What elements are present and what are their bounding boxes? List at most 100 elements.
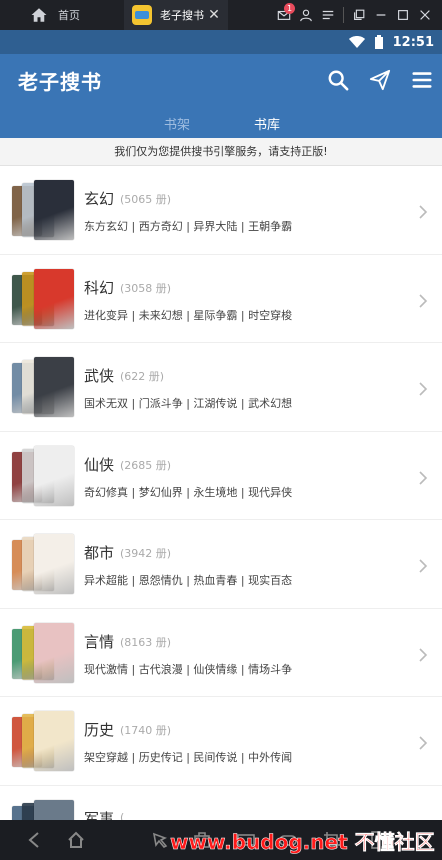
- category-tags: 国术无双 | 门派斗争 | 江湖传说 | 武术幻想: [84, 397, 293, 410]
- list-item[interactable]: 军事 (: [0, 786, 442, 821]
- android-status-bar: 12:51: [0, 30, 442, 54]
- book-cover: [34, 711, 74, 771]
- battery-icon: [374, 35, 383, 49]
- header-tabs: 书架 书库: [0, 110, 442, 138]
- tab-bookshelf[interactable]: 书架: [164, 114, 190, 133]
- book-cover: [34, 534, 74, 594]
- category-count: (5065 册): [120, 193, 172, 206]
- minimize-button[interactable]: [370, 0, 392, 30]
- chevron-right-icon: [418, 470, 428, 485]
- book-covers: [12, 799, 76, 820]
- watermark: www.budog.net 不懂社区: [170, 830, 435, 855]
- share-button[interactable]: [366, 66, 394, 94]
- category-count: (3942 册): [120, 547, 172, 560]
- pointer-button[interactable]: [150, 830, 170, 850]
- category-tags: 东方玄幻 | 西方奇幻 | 异界大陆 | 王朝争霸: [84, 220, 293, 233]
- chevron-right-icon: [418, 647, 428, 662]
- chevron-right-icon: [418, 735, 428, 750]
- toolbar-divider: [343, 7, 344, 23]
- book-covers: [12, 268, 76, 329]
- category-name: 军事: [84, 809, 115, 821]
- message-button[interactable]: 1: [273, 0, 295, 30]
- hamburger-icon: [412, 72, 432, 88]
- category-count: (8163 册): [120, 635, 172, 649]
- user-icon: [300, 9, 312, 22]
- menu-icon: [322, 10, 334, 20]
- send-icon: [369, 69, 391, 91]
- category-name: 科幻: [84, 278, 115, 297]
- menu-button[interactable]: [317, 0, 339, 30]
- close-icon: [420, 10, 430, 20]
- minimize-icon: [376, 14, 386, 16]
- list-item[interactable]: 仙侠 (2685 册) 奇幻修真 | 梦幻仙界 | 永生境地 | 现代异侠: [0, 432, 442, 520]
- category-count: (1740 册): [120, 724, 172, 737]
- list-item[interactable]: 武侠 (622 册) 国术无双 | 门派斗争 | 江湖传说 | 武术幻想: [0, 343, 442, 432]
- category-list: 玄幻 (5065 册) 东方玄幻 | 西方奇幻 | 异界大陆 | 王朝争霸 科幻…: [0, 166, 442, 820]
- book-covers: [12, 357, 76, 417]
- home-tab[interactable]: 首页: [0, 0, 124, 30]
- book-cover: [34, 799, 74, 820]
- more-menu-button[interactable]: [408, 66, 436, 94]
- chevron-right-icon: [418, 293, 428, 308]
- back-button[interactable]: [24, 830, 44, 850]
- emulator-tools: 1: [273, 0, 442, 30]
- category-count: (3058 册): [120, 281, 172, 295]
- search-icon: [328, 70, 349, 91]
- app-tab-label: 老子搜书: [160, 9, 204, 22]
- category-tags: 异术超能 | 恩怨情仇 | 热血青春 | 现实百态: [84, 574, 293, 587]
- book-cover: [34, 268, 74, 329]
- house-icon: [68, 831, 84, 848]
- pointer-icon: [152, 832, 168, 848]
- category-tags: 进化变异 | 未来幻想 | 星际争霸 | 时空穿梭: [84, 308, 293, 322]
- category-name: 仙侠: [84, 455, 115, 474]
- app-logo-icon: [132, 5, 152, 25]
- tab-library[interactable]: 书库: [254, 114, 280, 133]
- wifi-icon: [348, 36, 365, 48]
- list-item[interactable]: 历史 (1740 册) 架空穿越 | 历史传记 | 民间传说 | 中外传闻: [0, 697, 442, 786]
- app-title: 老子搜书: [18, 70, 102, 94]
- status-time: 12:51: [392, 34, 434, 50]
- book-cover: [34, 357, 74, 417]
- restore-icon: [354, 9, 365, 20]
- search-button[interactable]: [324, 66, 352, 94]
- category-tags: 架空穿越 | 历史传记 | 民间传说 | 中外传闻: [84, 751, 293, 764]
- maximize-icon: [398, 10, 408, 20]
- category-tags: 现代激情 | 古代浪漫 | 仙侠情缘 | 情场斗争: [84, 662, 293, 676]
- restore-button[interactable]: [348, 0, 370, 30]
- book-covers: [12, 622, 76, 683]
- category-count: (: [120, 810, 125, 821]
- book-covers: [12, 445, 76, 506]
- list-item[interactable]: 玄幻 (5065 册) 东方玄幻 | 西方奇幻 | 异界大陆 | 王朝争霸: [0, 166, 442, 255]
- chevron-right-icon: [418, 558, 428, 573]
- book-covers: [12, 180, 76, 240]
- account-button[interactable]: [295, 0, 317, 30]
- chevron-right-icon: [418, 381, 428, 396]
- copyright-notice: 我们仅为您提供搜书引擎服务，请支持正版!: [0, 138, 442, 166]
- list-item[interactable]: 科幻 (3058 册) 进化变异 | 未来幻想 | 星际争霸 | 时空穿梭: [0, 255, 442, 343]
- home-tab-label: 首页: [58, 9, 80, 22]
- category-count: (2685 册): [120, 458, 172, 472]
- book-cover: [34, 622, 74, 683]
- category-name: 玄幻: [84, 190, 115, 208]
- book-cover: [34, 180, 74, 240]
- close-window-button[interactable]: [414, 0, 436, 30]
- category-name: 历史: [84, 721, 115, 739]
- category-count: (622 册): [120, 370, 165, 383]
- book-covers: [12, 711, 76, 771]
- home-icon: [31, 8, 47, 22]
- tab-close-icon[interactable]: ✕: [206, 7, 222, 23]
- message-badge: 1: [284, 3, 295, 14]
- category-name: 都市: [84, 544, 115, 562]
- chevron-right-icon: [418, 204, 428, 219]
- list-item[interactable]: 都市 (3942 册) 异术超能 | 恩怨情仇 | 热血青春 | 现实百态: [0, 520, 442, 609]
- category-name: 言情: [84, 632, 115, 651]
- list-item[interactable]: 言情 (8163 册) 现代激情 | 古代浪漫 | 仙侠情缘 | 情场斗争: [0, 609, 442, 697]
- emulator-toolbar: 首页 老子搜书 ✕ 1: [0, 0, 442, 30]
- maximize-button[interactable]: [392, 0, 414, 30]
- app-tab[interactable]: 老子搜书 ✕: [124, 0, 228, 30]
- app-header: 老子搜书 书架 书库: [0, 54, 442, 138]
- category-tags: 奇幻修真 | 梦幻仙界 | 永生境地 | 现代异侠: [84, 485, 293, 499]
- home-button[interactable]: [66, 830, 86, 850]
- book-covers: [12, 534, 76, 594]
- book-cover: [34, 445, 74, 506]
